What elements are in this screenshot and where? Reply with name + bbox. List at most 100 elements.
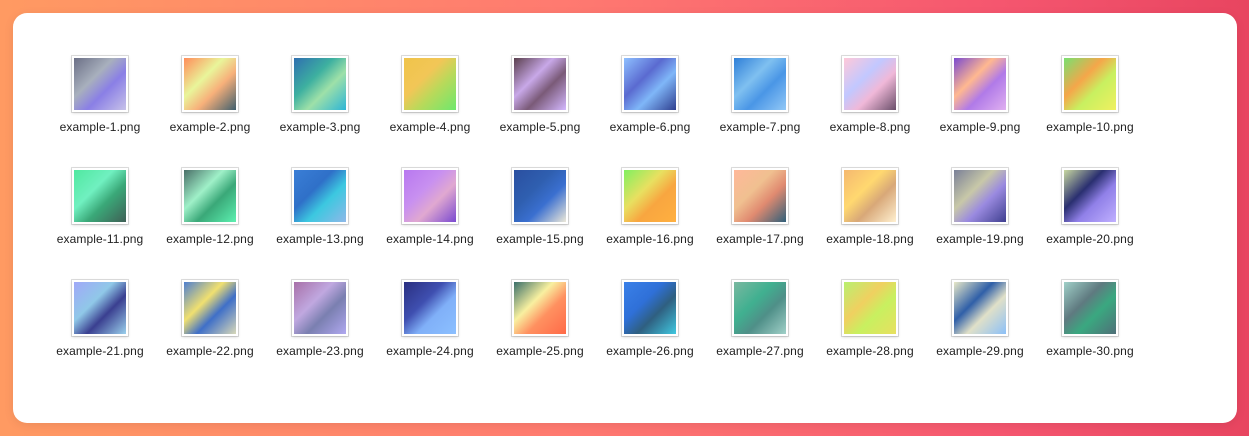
file-item[interactable]: example-10.png [1035,54,1145,166]
file-item[interactable]: example-16.png [595,166,705,278]
image-preview [294,58,346,110]
file-item[interactable]: example-24.png [375,278,485,390]
file-thumbnail[interactable] [622,168,678,224]
file-thumbnail[interactable] [952,56,1008,112]
file-item[interactable]: example-4.png [375,54,485,166]
file-thumbnail[interactable] [732,168,788,224]
file-item[interactable]: example-11.png [45,166,155,278]
image-preview [624,58,676,110]
file-item[interactable]: example-19.png [925,166,1035,278]
file-thumbnail[interactable] [1062,168,1118,224]
file-item[interactable]: example-29.png [925,278,1035,390]
file-thumbnail[interactable] [512,56,568,112]
file-item[interactable]: example-25.png [485,278,595,390]
file-item[interactable]: example-28.png [815,278,925,390]
file-thumbnail[interactable] [842,280,898,336]
file-item[interactable]: example-5.png [485,54,595,166]
file-thumbnail[interactable] [622,56,678,112]
image-preview [404,282,456,334]
file-name: example-25.png [496,344,584,358]
file-name: example-1.png [59,120,141,134]
file-name: example-9.png [939,120,1021,134]
file-thumbnail[interactable] [732,280,788,336]
file-item[interactable]: example-12.png [155,166,265,278]
file-name: example-30.png [1046,344,1134,358]
file-thumbnail[interactable] [512,280,568,336]
file-name: example-26.png [606,344,694,358]
file-item[interactable]: example-17.png [705,166,815,278]
file-item[interactable]: example-26.png [595,278,705,390]
file-thumbnail[interactable] [292,168,348,224]
file-item[interactable]: example-3.png [265,54,375,166]
image-preview [844,282,896,334]
file-thumbnail[interactable] [72,280,128,336]
file-item[interactable]: example-14.png [375,166,485,278]
file-name: example-22.png [166,344,254,358]
image-preview [1064,58,1116,110]
file-thumbnail[interactable] [72,168,128,224]
image-preview [74,58,126,110]
image-preview [74,282,126,334]
image-preview [184,58,236,110]
image-preview [184,170,236,222]
file-thumbnail[interactable] [292,280,348,336]
image-preview [514,170,566,222]
image-preview [1064,282,1116,334]
file-item[interactable]: example-18.png [815,166,925,278]
file-browser-window: example-1.png example-2.png example-3.png e… [13,13,1237,423]
file-item[interactable]: example-30.png [1035,278,1145,390]
file-thumbnail[interactable] [72,56,128,112]
file-grid: example-1.png example-2.png example-3.png e… [45,54,1145,390]
file-thumbnail[interactable] [842,168,898,224]
file-item[interactable]: example-7.png [705,54,815,166]
image-preview [294,282,346,334]
file-thumbnail[interactable] [402,56,458,112]
file-item[interactable]: example-6.png [595,54,705,166]
file-name: example-13.png [276,232,364,246]
file-thumbnail[interactable] [842,56,898,112]
file-item[interactable]: example-9.png [925,54,1035,166]
file-item[interactable]: example-27.png [705,278,815,390]
file-name: example-11.png [56,232,144,246]
image-preview [404,58,456,110]
file-name: example-21.png [56,344,144,358]
file-thumbnail[interactable] [952,280,1008,336]
file-item[interactable]: example-13.png [265,166,375,278]
file-thumbnail[interactable] [1062,280,1118,336]
file-item[interactable]: example-15.png [485,166,595,278]
file-thumbnail[interactable] [952,168,1008,224]
file-name: example-10.png [1046,120,1134,134]
file-name: example-8.png [829,120,911,134]
file-name: example-2.png [169,120,251,134]
file-name: example-14.png [386,232,474,246]
file-item[interactable]: example-8.png [815,54,925,166]
image-preview [74,170,126,222]
file-name: example-4.png [389,120,471,134]
file-item[interactable]: example-22.png [155,278,265,390]
file-thumbnail[interactable] [1062,56,1118,112]
image-preview [184,282,236,334]
file-thumbnail[interactable] [292,56,348,112]
file-thumbnail[interactable] [512,168,568,224]
file-thumbnail[interactable] [732,56,788,112]
file-thumbnail[interactable] [182,168,238,224]
file-thumbnail[interactable] [182,56,238,112]
file-item[interactable]: example-20.png [1035,166,1145,278]
file-item[interactable]: example-1.png [45,54,155,166]
file-name: example-16.png [606,232,694,246]
file-thumbnail[interactable] [622,280,678,336]
file-item[interactable]: example-2.png [155,54,265,166]
file-name: example-24.png [386,344,474,358]
image-preview [844,170,896,222]
file-thumbnail[interactable] [402,280,458,336]
file-thumbnail[interactable] [402,168,458,224]
file-name: example-7.png [719,120,801,134]
image-preview [624,170,676,222]
file-thumbnail[interactable] [182,280,238,336]
image-preview [624,282,676,334]
file-item[interactable]: example-21.png [45,278,155,390]
file-item[interactable]: example-23.png [265,278,375,390]
image-preview [734,170,786,222]
image-preview [954,170,1006,222]
file-name: example-27.png [716,344,804,358]
